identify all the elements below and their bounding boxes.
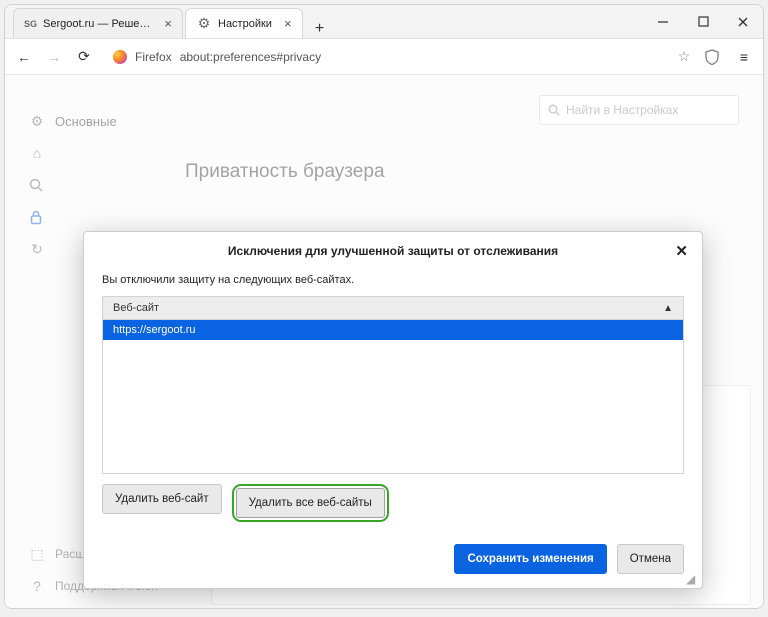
modal-description: Вы отключили защиту на следующих веб-сай… <box>102 274 684 286</box>
tab-title: Настройки <box>218 18 272 30</box>
remove-all-sites-button[interactable]: Удалить все веб-сайты <box>236 488 385 518</box>
tab-strip: SG Sergoot.ru — Решение ваши… × ⚙ Настро… <box>5 5 643 38</box>
shield-icon[interactable] <box>705 49 723 65</box>
close-icon[interactable]: ✕ <box>675 242 688 260</box>
back-button[interactable]: ← <box>15 49 33 65</box>
dropdown-caret-icon: ▲ <box>663 303 673 314</box>
remove-site-button[interactable]: Удалить веб-сайт <box>102 484 222 514</box>
cancel-button[interactable]: Отмена <box>617 544 684 574</box>
forward-button[interactable]: → <box>45 49 63 65</box>
gear-icon: ⚙ <box>196 15 212 32</box>
content-area: ⚙Основные ⌂ ↻ ⬚Расширения и темы ?Поддер… <box>5 75 763 609</box>
tab-title: Sergoot.ru — Решение ваши… <box>43 18 152 30</box>
modal-title-bar: Исключения для улучшенной защиты от отсл… <box>84 232 702 270</box>
exceptions-list[interactable]: https://sergoot.ru <box>102 320 684 474</box>
url-path: about:preferences#privacy <box>180 50 321 64</box>
minimize-button[interactable] <box>643 5 683 38</box>
modal-footer: Сохранить изменения Отмена <box>84 536 702 588</box>
close-icon[interactable]: × <box>164 16 172 31</box>
maximize-button[interactable] <box>683 5 723 38</box>
app-window: SG Sergoot.ru — Решение ваши… × ⚙ Настро… <box>4 4 764 609</box>
list-item[interactable]: https://sergoot.ru <box>103 320 683 340</box>
column-header: Веб-сайт <box>113 302 159 314</box>
window-controls <box>643 5 763 38</box>
modal-body: Вы отключили защиту на следующих веб-сай… <box>84 270 702 536</box>
bookmark-star-icon[interactable]: ☆ <box>675 48 693 65</box>
close-window-button[interactable] <box>723 5 763 38</box>
new-tab-button[interactable]: + <box>305 20 335 38</box>
close-icon[interactable]: × <box>284 16 292 31</box>
modal-action-row: Удалить веб-сайт Удалить все веб-сайты <box>102 474 684 532</box>
title-bar: SG Sergoot.ru — Решение ваши… × ⚙ Настро… <box>5 5 763 39</box>
address-bar[interactable]: Firefox about:preferences#privacy <box>105 44 663 70</box>
resize-handle-icon[interactable]: ◢ <box>686 572 698 584</box>
navigation-bar: ← → ⟳ Firefox about:preferences#privacy … <box>5 39 763 75</box>
list-header[interactable]: Веб-сайт ▲ <box>102 296 684 320</box>
browser-tab-1[interactable]: SG Sergoot.ru — Решение ваши… × <box>13 8 183 38</box>
modal-title: Исключения для улучшенной защиты от отсл… <box>228 244 558 258</box>
site-icon: SG <box>24 19 37 29</box>
browser-tab-2[interactable]: ⚙ Настройки × <box>185 8 303 38</box>
url-label: Firefox <box>135 50 172 64</box>
save-changes-button[interactable]: Сохранить изменения <box>454 544 606 574</box>
highlight-ring: Удалить все веб-сайты <box>232 484 389 522</box>
menu-button[interactable]: ≡ <box>735 49 753 65</box>
exceptions-modal: Исключения для улучшенной защиты от отсл… <box>83 231 703 589</box>
reload-button[interactable]: ⟳ <box>75 48 93 65</box>
firefox-icon <box>113 50 127 64</box>
